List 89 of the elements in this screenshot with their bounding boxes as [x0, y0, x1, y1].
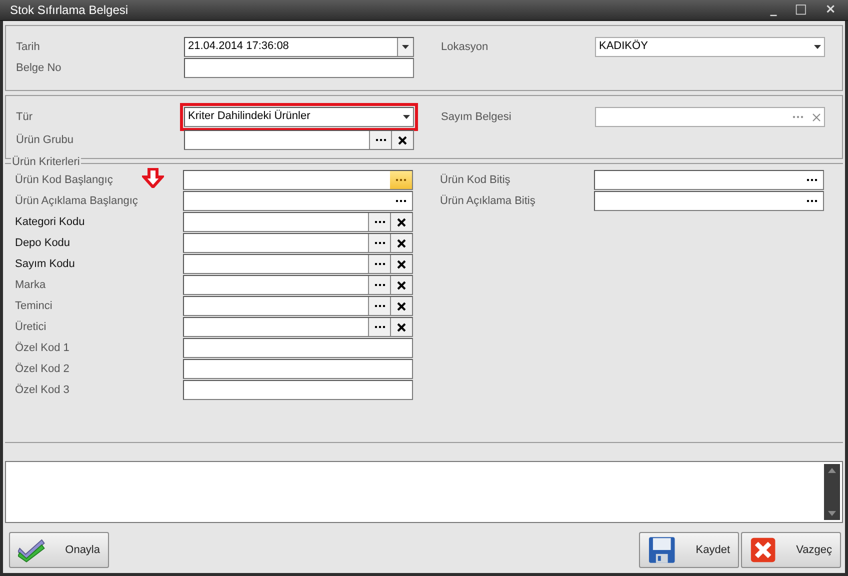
ellipsis-icon	[374, 326, 384, 328]
approve-button[interactable]: Onayla	[9, 532, 109, 568]
field-label: Lokasyon	[441, 41, 488, 53]
ellipsis-icon	[793, 116, 803, 118]
field-label: Depo Kodu	[15, 237, 70, 249]
lookup-field[interactable]	[183, 296, 413, 316]
field-label: Üretici	[15, 321, 46, 333]
window-control-button[interactable]: ×	[823, 3, 838, 17]
ellipsis-icon	[807, 178, 817, 182]
browse-button[interactable]	[368, 276, 390, 294]
clear-button[interactable]	[390, 234, 412, 252]
close-icon	[398, 136, 407, 144]
field-label: Kategori Kodu	[15, 216, 85, 228]
field-label: Marka	[15, 279, 46, 291]
browse-button[interactable]	[368, 213, 390, 231]
ellipsis-icon	[374, 220, 384, 224]
field-label: Ürün Kod Başlangıç	[15, 174, 113, 186]
close-icon	[397, 218, 406, 226]
browse-button[interactable]	[368, 255, 390, 273]
close-icon	[812, 112, 820, 122]
field-label: Teminci	[15, 300, 52, 312]
field-label: Ürün Kod Bitiş	[440, 174, 510, 186]
ellipsis-icon	[374, 262, 384, 266]
field-label: Özel Kod 2	[15, 363, 70, 375]
lookup-field[interactable]	[183, 191, 413, 211]
lookup-field[interactable]	[183, 212, 413, 232]
ellipsis-icon	[396, 178, 406, 182]
browse-button[interactable]	[368, 318, 390, 336]
group-title: Ürün Kriterleri	[11, 156, 81, 168]
field-label: Özel Kod 3	[15, 384, 70, 396]
input-field[interactable]	[183, 359, 413, 379]
ellipsis-icon	[374, 304, 384, 308]
scroll-down-icon	[828, 511, 836, 516]
save-button[interactable]: Kaydet	[639, 532, 739, 568]
field-label: Tarih	[16, 41, 40, 53]
lookup-field[interactable]	[594, 170, 824, 190]
dropdown-field[interactable]: KADIKÖY	[595, 37, 825, 57]
field-label: Belge No	[16, 62, 62, 74]
notes-field[interactable]	[5, 461, 843, 523]
close-icon	[397, 238, 406, 248]
field-label: Ürün Grubu	[16, 134, 74, 146]
lookup-field[interactable]	[183, 170, 413, 190]
close-icon	[397, 322, 406, 332]
close-icon	[397, 302, 406, 310]
close-icon	[397, 260, 406, 268]
window-control-button[interactable]: _	[768, 3, 779, 17]
browse-button[interactable]	[368, 297, 390, 315]
ellipsis-icon	[374, 242, 384, 244]
ellipsis-icon	[376, 138, 386, 142]
lookup-field[interactable]	[594, 191, 824, 211]
clear-button[interactable]	[391, 131, 413, 149]
field-label: Tür	[16, 111, 32, 123]
field-label: Sayım Belgesi	[441, 111, 512, 123]
field-label: Sayım Kodu	[15, 258, 75, 270]
cancel-button[interactable]: Vazgeç	[741, 532, 841, 568]
ellipsis-icon	[374, 284, 384, 286]
lookup-field[interactable]	[184, 130, 414, 150]
input-field[interactable]	[183, 380, 413, 400]
field-label: Ürün Açıklama Başlangıç	[15, 195, 138, 207]
check-icon	[18, 536, 46, 564]
lookup-field[interactable]	[183, 275, 413, 295]
clear-button[interactable]	[390, 297, 412, 315]
input-field[interactable]	[183, 338, 413, 358]
date-field[interactable]: 21.04.2014 17:36:08	[184, 37, 414, 57]
down-arrow-icon	[142, 168, 164, 188]
lookup-field[interactable]	[183, 254, 413, 274]
clear-button[interactable]	[390, 213, 412, 231]
window-title: Stok Sıfırlama Belgesi	[10, 3, 128, 17]
ellipsis-icon	[396, 200, 406, 202]
browse-button[interactable]	[368, 234, 390, 252]
scroll-up-icon	[828, 468, 836, 473]
clear-button[interactable]	[390, 276, 412, 294]
close-icon	[397, 280, 406, 290]
lookup-field[interactable]	[183, 233, 413, 253]
cancel-icon	[750, 536, 776, 564]
dropdown-caret-icon	[402, 115, 410, 119]
scrollbar[interactable]	[824, 464, 840, 520]
clear-button[interactable]	[390, 318, 412, 336]
field-label: Ürün Açıklama Bitiş	[440, 195, 536, 207]
browse-button[interactable]	[369, 131, 391, 149]
lookup-field[interactable]	[183, 317, 413, 337]
field-label: Özel Kod 1	[15, 342, 70, 354]
dropdown-caret-icon	[402, 45, 409, 49]
clear-button[interactable]	[390, 255, 412, 273]
dropdown-button[interactable]	[397, 38, 413, 56]
input-field[interactable]	[184, 58, 414, 78]
dropdown-caret-icon	[814, 45, 820, 49]
window-control-button[interactable]: □	[792, 3, 810, 17]
ellipsis-icon	[807, 200, 817, 202]
